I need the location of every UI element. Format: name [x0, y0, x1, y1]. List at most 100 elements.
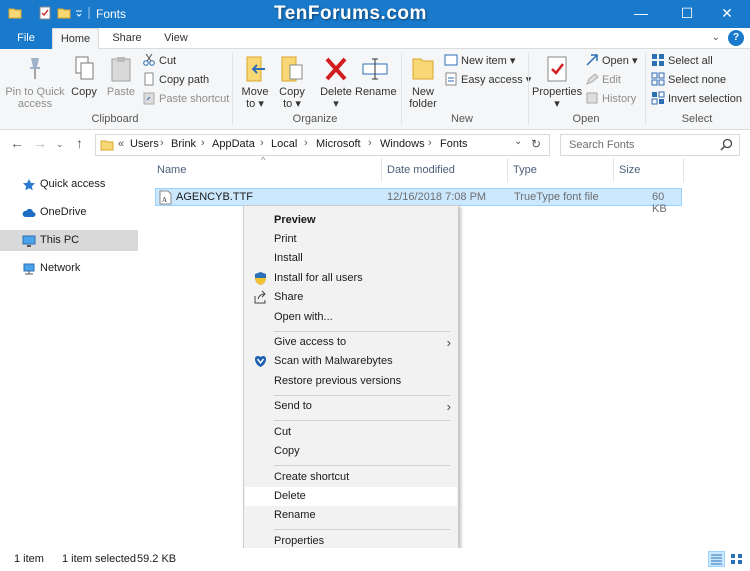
new-item-button[interactable]: New item ▾: [444, 52, 515, 70]
column-divider[interactable]: [507, 158, 508, 182]
copy-path-button[interactable]: Copy path: [142, 71, 209, 89]
close-button[interactable]: ✕: [704, 0, 750, 28]
rename-button[interactable]: Rename: [355, 55, 397, 98]
back-arrow-icon[interactable]: ←: [10, 135, 24, 151]
address-dropdown-icon[interactable]: ⌄: [514, 136, 522, 147]
help-icon[interactable]: ?: [728, 30, 744, 46]
selection-size: 59.2 KB: [137, 553, 177, 565]
menu-item-open-with[interactable]: Open with...: [245, 308, 457, 327]
breadcrumb-windows[interactable]: Windows: [380, 138, 425, 150]
minimize-button[interactable]: —: [618, 0, 664, 28]
copy-to-button[interactable]: Copy to ▾: [275, 55, 309, 110]
search-box[interactable]: Search Fonts: [560, 134, 740, 156]
up-arrow-icon[interactable]: ↑: [76, 135, 83, 151]
window-title: Fonts: [96, 7, 127, 21]
menu-item-install[interactable]: Install: [245, 249, 457, 268]
column-divider[interactable]: [381, 158, 382, 182]
tab-view[interactable]: View: [154, 28, 198, 49]
new-folder-button[interactable]: New folder: [405, 55, 441, 110]
column-header-size[interactable]: Size: [619, 164, 640, 180]
breadcrumb-separator[interactable]: ›: [260, 137, 264, 149]
menu-item-label: Properties: [274, 535, 325, 547]
menu-item-create-shortcut[interactable]: Create shortcut: [245, 468, 457, 487]
column-divider[interactable]: [613, 158, 614, 182]
open-button[interactable]: Open ▾: [585, 52, 638, 70]
menu-item-print[interactable]: Print: [245, 230, 457, 249]
select-none-button[interactable]: Select none: [651, 71, 726, 89]
file-type: TrueType font file: [514, 191, 599, 203]
paste-shortcut-button[interactable]: Paste shortcut: [142, 90, 229, 108]
menu-item-give-access-to[interactable]: Give access to ›: [245, 333, 457, 352]
menu-item-rename[interactable]: Rename: [245, 506, 457, 525]
breadcrumb-local[interactable]: Local: [271, 138, 297, 150]
breadcrumb-appdata[interactable]: AppData: [212, 138, 255, 150]
pin-label-line1: Pin to Quick: [5, 86, 65, 98]
paste-button[interactable]: Paste: [104, 55, 138, 98]
breadcrumb-separator[interactable]: ›: [428, 137, 432, 149]
copy-to-label-line1: Copy: [279, 86, 305, 98]
file-name: AGENCYB.TTF: [176, 191, 254, 203]
nav-item-this-pc[interactable]: This PC: [0, 230, 138, 251]
copy-button[interactable]: Copy: [68, 55, 100, 98]
nav-item-network[interactable]: Network: [0, 258, 138, 279]
breadcrumb-overflow[interactable]: «: [118, 138, 124, 150]
menu-item-install-for-all-users[interactable]: Install for all users: [245, 269, 457, 288]
forward-arrow-icon[interactable]: →: [33, 135, 47, 151]
address-bar[interactable]: « Users › Brink › AppData › Local › Micr…: [95, 134, 550, 156]
navigation-pane: Quick access OneDrive This PC Network: [0, 160, 140, 548]
menu-item-scan-malwarebytes[interactable]: Scan with Malwarebytes: [245, 352, 457, 371]
tab-share[interactable]: Share: [104, 28, 150, 49]
column-header-date[interactable]: Date modified: [387, 164, 455, 180]
menu-item-restore-previous-versions[interactable]: Restore previous versions: [245, 372, 457, 391]
properties-button[interactable]: Properties ▾: [532, 55, 582, 110]
chevron-down-icon[interactable]: ⌄: [712, 32, 720, 43]
cut-button[interactable]: Cut: [142, 52, 176, 70]
breadcrumb-fonts[interactable]: Fonts: [440, 138, 468, 150]
clipboard-group-label: Clipboard: [91, 113, 139, 125]
selection-count: 1 item selected: [62, 553, 136, 565]
breadcrumb-separator[interactable]: ›: [201, 137, 205, 149]
breadcrumb-microsoft[interactable]: Microsoft: [316, 138, 361, 150]
delete-label-line2: ▾: [333, 98, 339, 110]
new-item-icon: [444, 54, 458, 66]
properties-quick-access-icon[interactable]: [38, 6, 52, 20]
menu-item-copy[interactable]: Copy: [245, 442, 457, 461]
menu-item-cut[interactable]: Cut: [245, 423, 457, 442]
new-folder-quick-access-icon[interactable]: [57, 6, 71, 20]
select-all-button[interactable]: Select all: [651, 52, 713, 70]
breadcrumb-separator[interactable]: ›: [368, 137, 372, 149]
breadcrumb-separator[interactable]: ›: [304, 137, 308, 149]
select-none-icon: [651, 72, 665, 86]
menu-item-delete[interactable]: Delete: [245, 487, 457, 506]
table-row[interactable]: A AGENCYB.TTF 12/16/2018 7:08 PM TrueTyp…: [155, 188, 682, 215]
breadcrumb-brink[interactable]: Brink: [171, 138, 196, 150]
copy-to-label-line2: to ▾: [283, 98, 301, 110]
column-divider[interactable]: [683, 158, 684, 182]
properties-label-line2: ▾: [554, 98, 560, 110]
large-icons-view-icon[interactable]: [728, 551, 745, 567]
select-all-icon: [652, 54, 664, 66]
refresh-icon[interactable]: ↻: [531, 137, 541, 151]
column-header-name[interactable]: Name: [157, 164, 186, 180]
recent-locations-icon[interactable]: ⌄: [56, 139, 64, 150]
pin-to-quick-access-button[interactable]: Pin to Quick access: [4, 55, 66, 110]
invert-selection-button[interactable]: Invert selection: [651, 90, 742, 108]
nav-item-onedrive[interactable]: OneDrive: [0, 202, 138, 223]
menu-item-preview[interactable]: Preview: [245, 211, 457, 230]
edit-button[interactable]: Edit: [585, 71, 621, 89]
breadcrumb-users[interactable]: Users: [130, 138, 159, 150]
tab-home[interactable]: Home: [52, 28, 99, 50]
easy-access-button[interactable]: Easy access ▾: [444, 71, 531, 89]
menu-item-share[interactable]: Share: [245, 288, 457, 307]
nav-item-quick-access[interactable]: Quick access: [0, 174, 138, 195]
delete-button[interactable]: Delete ▾: [317, 55, 355, 110]
tab-file[interactable]: File: [0, 28, 52, 49]
move-to-button[interactable]: Move to ▾: [238, 55, 272, 110]
details-view-icon[interactable]: [708, 551, 725, 567]
menu-item-send-to[interactable]: Send to ›: [245, 397, 457, 416]
column-header-type[interactable]: Type: [513, 164, 537, 180]
customize-quick-access-icon[interactable]: [74, 6, 84, 20]
breadcrumb-separator[interactable]: ›: [160, 137, 164, 149]
history-button[interactable]: History: [585, 90, 636, 108]
delete-label-line1: Delete: [320, 86, 352, 98]
